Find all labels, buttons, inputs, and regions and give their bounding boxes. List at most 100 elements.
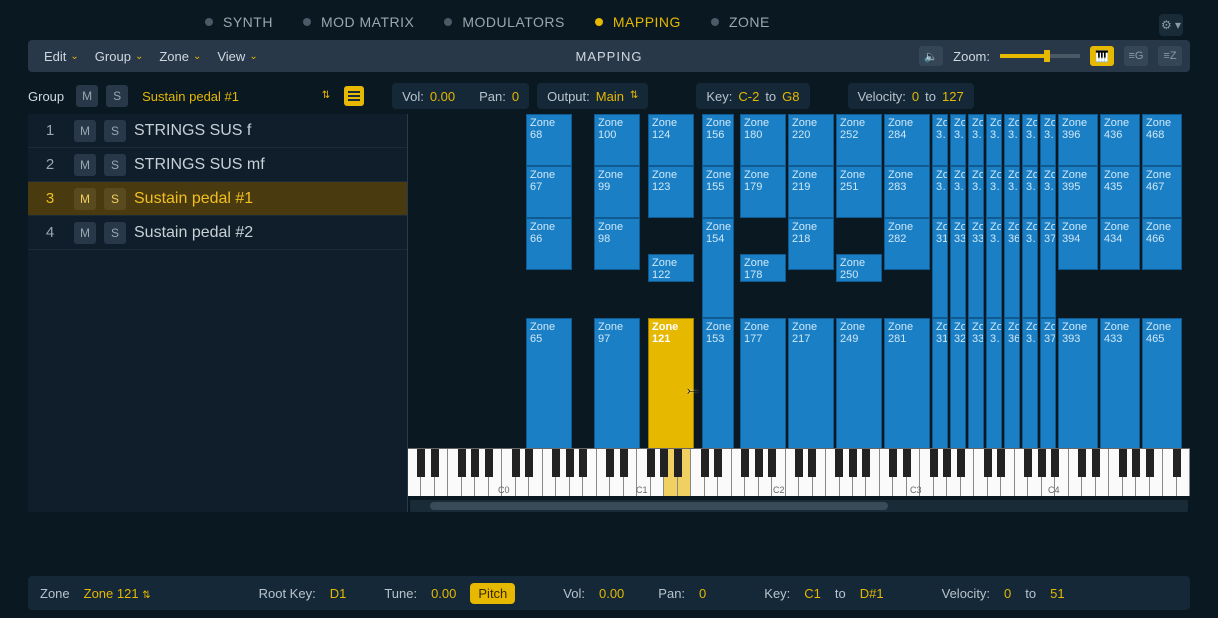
- black-key[interactable]: [862, 449, 870, 477]
- black-key[interactable]: [1092, 449, 1100, 477]
- black-key[interactable]: [1132, 449, 1140, 477]
- zone-cell[interactable]: Zone 467: [1142, 166, 1182, 218]
- zone-cell[interactable]: Zone 66: [526, 218, 572, 270]
- zone-cell[interactable]: Zone 123: [648, 166, 694, 218]
- zone-cell[interactable]: Zone 98: [594, 218, 640, 270]
- zone-cell[interactable]: Zone 283: [884, 166, 930, 218]
- black-key[interactable]: [889, 449, 897, 477]
- zone-cell[interactable]: Zone 251: [836, 166, 882, 218]
- zone-cell[interactable]: Zone 3…: [968, 166, 984, 218]
- black-key[interactable]: [606, 449, 614, 477]
- solo-button[interactable]: S: [104, 188, 126, 210]
- black-key[interactable]: [458, 449, 466, 477]
- root-value[interactable]: D1: [330, 586, 347, 601]
- key-high[interactable]: G8: [782, 89, 799, 104]
- zone-cell[interactable]: Zone 394: [1058, 218, 1098, 270]
- view-mode-zone-icon[interactable]: ≡Z: [1158, 46, 1182, 66]
- zone-cell[interactable]: Zone 249: [836, 318, 882, 454]
- black-key[interactable]: [525, 449, 533, 477]
- black-key[interactable]: [1038, 449, 1046, 477]
- zone-cell[interactable]: Zone 337: [968, 318, 984, 454]
- black-key[interactable]: [485, 449, 493, 477]
- black-key[interactable]: [512, 449, 520, 477]
- zone-cell[interactable]: Zone 3…: [1040, 166, 1056, 218]
- black-key[interactable]: [943, 449, 951, 477]
- bkey-low[interactable]: C1: [804, 586, 821, 601]
- zone-cell[interactable]: Zone 436: [1100, 114, 1140, 166]
- zone-value[interactable]: Zone 121 ⇅: [84, 586, 151, 601]
- menu-zone[interactable]: Zone ⌄: [151, 49, 209, 64]
- zone-cell[interactable]: Zone 180: [740, 114, 786, 166]
- zone-cell[interactable]: Zone 177: [740, 318, 786, 454]
- zone-cell[interactable]: Zone 179: [740, 166, 786, 218]
- zone-cell[interactable]: Zone 3…: [1022, 218, 1038, 318]
- group-output-box[interactable]: Output: Main ⇅: [537, 83, 648, 109]
- zone-cell[interactable]: Zone 220: [788, 114, 834, 166]
- keyboard[interactable]: C0C1C2C3C4: [408, 448, 1190, 496]
- vel-low[interactable]: 0: [912, 89, 919, 104]
- zone-cell[interactable]: Zone 314: [932, 218, 948, 318]
- group-solo-button[interactable]: S: [106, 85, 128, 107]
- zone-cell[interactable]: Zone 3…: [950, 166, 966, 218]
- zone-cell[interactable]: Zone 219: [788, 166, 834, 218]
- black-key[interactable]: [701, 449, 709, 477]
- black-key[interactable]: [1173, 449, 1181, 477]
- black-key[interactable]: [1024, 449, 1032, 477]
- zone-cell[interactable]: Zone 3…: [950, 114, 966, 166]
- zone-cell[interactable]: Zone 3…: [932, 114, 948, 166]
- list-icon[interactable]: [344, 86, 364, 106]
- bvol-value[interactable]: 0.00: [599, 586, 624, 601]
- zone-cell[interactable]: Zone 155: [702, 166, 734, 218]
- zone-cell[interactable]: Zone 99: [594, 166, 640, 218]
- zone-cell[interactable]: Zone 122: [648, 254, 694, 282]
- zoom-handle[interactable]: [1044, 50, 1050, 62]
- black-key[interactable]: [552, 449, 560, 477]
- black-key[interactable]: [1078, 449, 1086, 477]
- tune-value[interactable]: 0.00: [431, 586, 456, 601]
- black-key[interactable]: [417, 449, 425, 477]
- zone-cell[interactable]: Zone 330: [950, 218, 966, 318]
- zone-cell[interactable]: Zone 153: [702, 318, 734, 454]
- black-key[interactable]: [835, 449, 843, 477]
- scroll-thumb[interactable]: [430, 502, 888, 510]
- zone-cell[interactable]: Zone 3…: [1040, 114, 1056, 166]
- black-key[interactable]: [620, 449, 628, 477]
- gear-icon[interactable]: ⚙ ▾: [1159, 14, 1183, 36]
- zone-cell[interactable]: Zone 435: [1100, 166, 1140, 218]
- zone-cell[interactable]: Zone 3…: [1022, 318, 1038, 454]
- zone-cell[interactable]: Zone 154: [702, 218, 734, 318]
- black-key[interactable]: [1146, 449, 1154, 477]
- view-mode-group-icon[interactable]: ≡G: [1124, 46, 1148, 66]
- vol-value[interactable]: 0.00: [430, 89, 455, 104]
- black-key[interactable]: [997, 449, 1005, 477]
- zone-cell[interactable]: Zone 378: [1040, 218, 1056, 318]
- zone-cell[interactable]: Zone 362: [1004, 218, 1020, 318]
- menu-group[interactable]: Group ⌄: [87, 49, 152, 64]
- zone-cell[interactable]: Zone 313: [932, 318, 948, 454]
- tab-mapping[interactable]: MAPPING: [595, 14, 681, 30]
- solo-button[interactable]: S: [104, 222, 126, 244]
- zone-cell[interactable]: Zone 361: [1004, 318, 1020, 454]
- black-key[interactable]: [755, 449, 763, 477]
- zone-map[interactable]: Zone 68Zone 100Zone 124Zone 156Zone 180Z…: [408, 114, 1190, 512]
- bvel-low[interactable]: 0: [1004, 586, 1011, 601]
- zone-cell[interactable]: Zone 3…: [986, 318, 1002, 454]
- zone-cell[interactable]: Zone 67: [526, 166, 572, 218]
- mute-button[interactable]: M: [74, 188, 96, 210]
- key-low[interactable]: C-2: [738, 89, 759, 104]
- zone-cell[interactable]: Zone 465: [1142, 318, 1182, 454]
- zone-cell[interactable]: Zone 3…: [986, 166, 1002, 218]
- tab-zone[interactable]: ZONE: [711, 14, 770, 30]
- group-row[interactable]: 1MSSTRINGS SUS f: [28, 114, 407, 148]
- zone-cell[interactable]: Zone 3…: [1004, 114, 1020, 166]
- mute-button[interactable]: M: [74, 222, 96, 244]
- zone-cell[interactable]: Zone 250: [836, 254, 882, 282]
- black-key[interactable]: [566, 449, 574, 477]
- zone-cell[interactable]: Zone 217: [788, 318, 834, 454]
- mute-button[interactable]: M: [74, 154, 96, 176]
- zone-cell[interactable]: Zone 3…: [986, 218, 1002, 318]
- group-row[interactable]: 2MSSTRINGS SUS mf: [28, 148, 407, 182]
- zone-cell[interactable]: Zone 3…: [986, 114, 1002, 166]
- zone-cell[interactable]: Zone 178: [740, 254, 786, 282]
- group-row[interactable]: 4MSSustain pedal #2: [28, 216, 407, 250]
